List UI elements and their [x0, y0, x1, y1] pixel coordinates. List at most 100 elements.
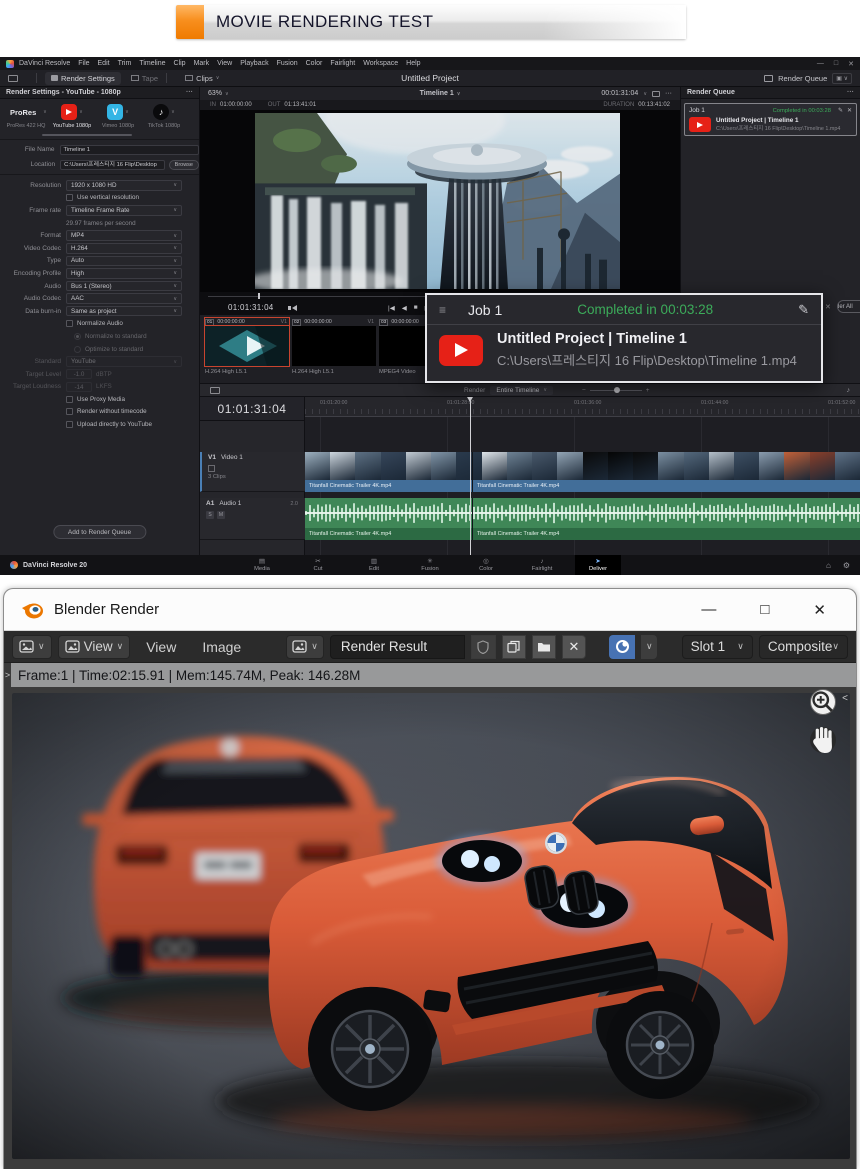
render-queue-toggle[interactable]: Render Queue	[778, 74, 827, 83]
standard-select[interactable]: YouTube	[66, 356, 182, 367]
image-pin-icon[interactable]	[609, 635, 636, 659]
maximize-icon[interactable]: □	[760, 601, 769, 619]
clear-icon[interactable]: ✕	[825, 303, 831, 311]
audio-track-header[interactable]: A1 Audio 1 2.0 S M	[200, 498, 305, 540]
render-slot-dropdown[interactable]: Slot 1 ∨	[682, 635, 753, 659]
preset-tiktok[interactable]: ∨ TikTok 1080p	[142, 103, 186, 129]
render-all-button[interactable]: Render All	[837, 300, 860, 313]
data-burn-in-select[interactable]: Same as project	[66, 306, 182, 317]
file-name-input[interactable]: Timeline 1	[60, 145, 200, 155]
queue-more-icon[interactable]: ···	[847, 89, 854, 96]
editor-type-dropdown[interactable]: ∨	[12, 635, 52, 659]
project-manager-icon[interactable]: ⌂	[826, 561, 831, 570]
use-vertical-resolution-checkbox[interactable]	[66, 194, 73, 201]
optimize-to-standard-radio[interactable]	[74, 346, 81, 353]
menu-playback[interactable]: Playback	[240, 60, 268, 67]
menu-mark[interactable]: Mark	[194, 60, 210, 67]
close-icon[interactable]: ✕	[848, 60, 854, 68]
render-range-dropdown[interactable]: Entire Timeline	[490, 386, 553, 395]
still-capture-icon[interactable]	[652, 91, 660, 97]
menu-timeline[interactable]: Timeline	[139, 60, 165, 67]
timeline-zoom-slider[interactable]: −+	[582, 387, 650, 394]
menu-view[interactable]: View	[136, 639, 186, 655]
location-input[interactable]: C:\Users\프레스티지 16 Flip\Desktop	[60, 160, 165, 170]
presets-scrollbar[interactable]	[42, 134, 132, 136]
pin-dropdown-chevron[interactable]: ∨	[641, 635, 657, 659]
page-tab-media[interactable]: ▤ Media	[239, 555, 285, 575]
transport-button-2[interactable]: ■	[414, 304, 418, 312]
frame-rate-select[interactable]: Timeline Frame Rate	[66, 205, 182, 216]
audio-track[interactable]: Titanfall Cinematic Trailer 4K.mp4 Titan…	[305, 498, 860, 540]
image-datablock-icon-dropdown[interactable]: ∨	[286, 635, 324, 659]
drag-handle-icon[interactable]: ≡	[439, 303, 446, 317]
render-without-timecode-checkbox[interactable]	[66, 408, 73, 415]
render-settings-button[interactable]: Render Settings	[45, 72, 121, 85]
page-tab-color[interactable]: ◎ Color	[463, 555, 509, 575]
solo-button[interactable]: S	[206, 511, 214, 519]
menu-trim[interactable]: Trim	[118, 60, 132, 67]
menu-view[interactable]: View	[217, 60, 232, 67]
audio-codec-select[interactable]: AAC	[66, 293, 182, 304]
format-select[interactable]: MP4	[66, 230, 182, 241]
add-to-render-queue-button[interactable]: Add to Render Queue	[53, 525, 146, 539]
browse-button[interactable]: Browse	[169, 160, 199, 170]
upload-directly-to-youtube-checkbox[interactable]	[66, 421, 73, 428]
menu-workspace[interactable]: Workspace	[363, 60, 398, 67]
audio-select[interactable]: Bus 1 (Stereo)	[66, 281, 182, 292]
menu-fairlight[interactable]: Fairlight	[330, 60, 355, 67]
audio-waveform-icon[interactable]: ♪	[847, 387, 851, 394]
viewer-more-icon[interactable]: ···	[665, 90, 672, 97]
video-track-header[interactable]: V1 Video 1 3 Clips	[200, 452, 305, 492]
transport-button-0[interactable]: |◀	[388, 304, 395, 312]
fake-user-shield-icon[interactable]	[471, 635, 495, 659]
duplicate-image-icon[interactable]	[502, 635, 526, 659]
timeline-ruler[interactable]: 01:01:20:0001:01:28:0001:01:36:0001:01:4…	[305, 397, 860, 417]
menu-fusion[interactable]: Fusion	[277, 60, 298, 67]
track-lock-icon[interactable]	[208, 465, 215, 472]
pan-hand-button[interactable]	[810, 727, 836, 753]
sidebar-toggle-icon[interactable]: >	[4, 663, 11, 687]
mute-button[interactable]: M	[217, 511, 225, 519]
editor-mode-dropdown[interactable]: View ∨	[58, 635, 131, 659]
page-tab-fairlight[interactable]: ♪ Fairlight	[519, 555, 565, 575]
menu-clip[interactable]: Clip	[174, 60, 186, 67]
more-options-icon[interactable]: ···	[186, 89, 193, 96]
minimize-icon[interactable]: —	[817, 60, 824, 68]
page-tab-fusion[interactable]: ✳ Fusion	[407, 555, 453, 575]
preset-vimeo[interactable]: ∨ Vimeo 1080p	[96, 103, 140, 129]
menu-edit[interactable]: Edit	[98, 60, 110, 67]
timeline-playhead[interactable]	[470, 397, 471, 555]
settings-gear-icon[interactable]: ⚙	[843, 561, 850, 570]
open-image-folder-icon[interactable]	[532, 635, 556, 659]
normalize-audio-checkbox[interactable]	[66, 320, 73, 327]
transport-button-1[interactable]: ◀	[402, 304, 407, 312]
page-tab-deliver[interactable]: ➤ Deliver	[575, 555, 621, 575]
use-proxy-media-checkbox[interactable]	[66, 396, 73, 403]
scrubber-playhead[interactable]	[258, 293, 260, 299]
minimize-icon[interactable]: —	[701, 601, 716, 619]
normalize-to-standard-radio[interactable]	[74, 333, 81, 340]
resolution-select[interactable]: 1920 x 1080 HD	[66, 180, 182, 191]
menu-color[interactable]: Color	[306, 60, 323, 67]
render-clip-01[interactable]: 01 00:00:00:00 V1 H.264 High L5.1	[205, 318, 289, 380]
clips-dropdown[interactable]: Clips ∨	[185, 74, 219, 83]
maximize-icon[interactable]: □	[834, 60, 838, 68]
panel-collapse-icon[interactable]: <	[842, 693, 848, 704]
viewer-timecode[interactable]: 00:01:31:04	[601, 90, 638, 97]
render-job-card[interactable]: Job 1 Completed in 00:03:28 ✎ ✕ Untitled…	[684, 103, 857, 136]
popup-edit-icon[interactable]: ✎	[798, 302, 809, 318]
image-editor-canvas[interactable]: <	[4, 687, 856, 1169]
render-pass-dropdown[interactable]: Composite ∨	[759, 635, 848, 659]
remove-job-icon[interactable]: ✕	[847, 107, 852, 114]
menu-image[interactable]: Image	[192, 639, 251, 655]
preset-custom[interactable]: ∨ Pres	[188, 103, 199, 129]
speaker-icon[interactable]	[292, 305, 297, 311]
encoding-profile-select[interactable]: High	[66, 268, 182, 279]
render-clip-02[interactable]: 02 00:00:00:00 V1 H.264 High L5.1	[292, 318, 376, 380]
menu-davinci-resolve[interactable]: DaVinci Resolve	[19, 60, 70, 67]
viewer-timeline-dropdown[interactable]: Timeline 1 ∨	[420, 90, 461, 97]
close-icon[interactable]: ✕	[813, 601, 826, 619]
preset-prores[interactable]: ProRes ∨ ProRes 422 HQ	[4, 103, 48, 129]
target-level-input[interactable]: -1.0	[66, 369, 92, 380]
type-select[interactable]: Auto	[66, 256, 182, 267]
